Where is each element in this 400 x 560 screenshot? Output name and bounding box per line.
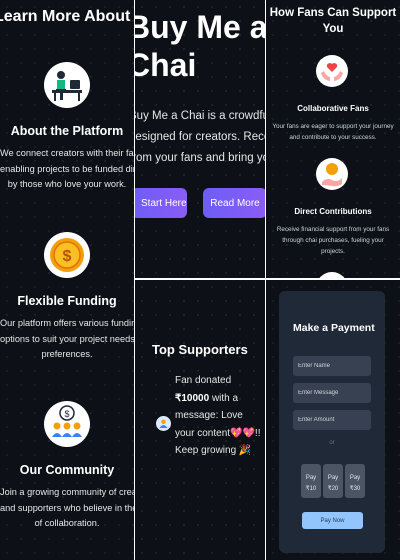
community-money-icon: $ bbox=[44, 401, 90, 447]
partial-icon bbox=[316, 272, 348, 278]
pay-now-button[interactable]: Pay Now bbox=[302, 512, 363, 529]
payment-title: Make a Payment bbox=[293, 322, 375, 334]
pay-10-button[interactable]: Pay ₹10 bbox=[301, 464, 321, 498]
gold-coin-icon: $ bbox=[44, 232, 90, 278]
hero-title: Buy Me a Chai bbox=[135, 9, 265, 83]
top-supporters-title: Top Supporters bbox=[152, 342, 248, 357]
hero-section: Buy Me a Chai Buy Me a Chai is a crowdfu… bbox=[135, 0, 265, 278]
svg-text:$: $ bbox=[63, 248, 72, 265]
fan-item-title: Direct Contributions bbox=[294, 207, 372, 216]
name-input[interactable] bbox=[293, 356, 371, 376]
fan-item-text: Your fans are eager to support your jour… bbox=[272, 123, 394, 141]
svg-text:$: $ bbox=[64, 409, 69, 419]
hands-heart-icon bbox=[316, 55, 348, 87]
fan-support-section: How Fans Can Support You Collaborative F… bbox=[266, 0, 400, 278]
read-more-button[interactable]: Read More bbox=[203, 188, 265, 218]
feature-our-community: $ Our Community Join a growing community… bbox=[0, 401, 134, 532]
start-here-button[interactable]: Start Here bbox=[135, 188, 187, 218]
about-heading: Learn More About Us bbox=[0, 8, 134, 25]
message-input[interactable] bbox=[293, 383, 371, 403]
fan-support-heading: How Fans Can Support You bbox=[269, 7, 397, 35]
pay-20-button[interactable]: Pay ₹20 bbox=[323, 464, 343, 498]
person-at-desk-icon bbox=[44, 62, 90, 108]
about-section: Learn More About Us About the Platform W… bbox=[0, 0, 134, 560]
fan-item-title: Collaborative Fans bbox=[297, 104, 369, 113]
feature-text: We connect creators with their fans enab… bbox=[0, 148, 134, 189]
payment-card: Make a Payment or Pay₹10 Pay₹20 Pay₹30 P… bbox=[279, 291, 385, 553]
feature-title: About the Platform bbox=[10, 124, 124, 138]
feature-flexible-funding: $ Flexible Funding Our platform offers v… bbox=[0, 232, 134, 363]
avatar bbox=[156, 416, 171, 431]
or-divider: or bbox=[329, 440, 335, 446]
top-supporters-section: Top Supporters Fan donated ₹10000 with a… bbox=[135, 280, 265, 560]
feature-text: Join a growing community of creators and… bbox=[0, 487, 134, 528]
feature-title: Our Community bbox=[19, 463, 115, 477]
coin-hand-icon bbox=[316, 158, 348, 190]
feature-about-platform: About the Platform We connect creators w… bbox=[0, 62, 134, 193]
feature-title: Flexible Funding bbox=[17, 294, 117, 308]
hero-description: Buy Me a Chai is a crowdfunding pl desig… bbox=[135, 110, 265, 164]
pay-30-button[interactable]: Pay ₹30 bbox=[345, 464, 365, 498]
feature-text: Our platform offers various funding opti… bbox=[0, 318, 134, 359]
fan-item-text: Receive financial support from your fans… bbox=[276, 226, 390, 255]
amount-input[interactable] bbox=[293, 410, 371, 430]
supporter-message: Fan donated ₹10000 with a message: Love … bbox=[175, 375, 261, 456]
payment-section: Make a Payment or Pay₹10 Pay₹20 Pay₹30 P… bbox=[266, 280, 400, 560]
